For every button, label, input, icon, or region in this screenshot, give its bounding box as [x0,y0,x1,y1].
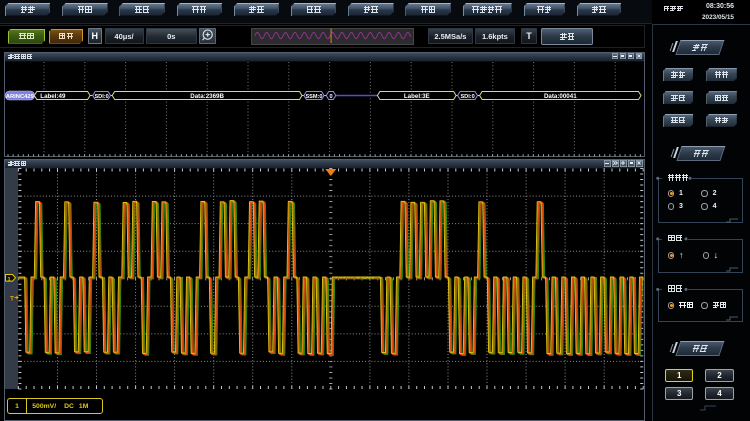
svg-text:T: T [10,296,14,303]
svg-text:1: 1 [7,277,10,283]
